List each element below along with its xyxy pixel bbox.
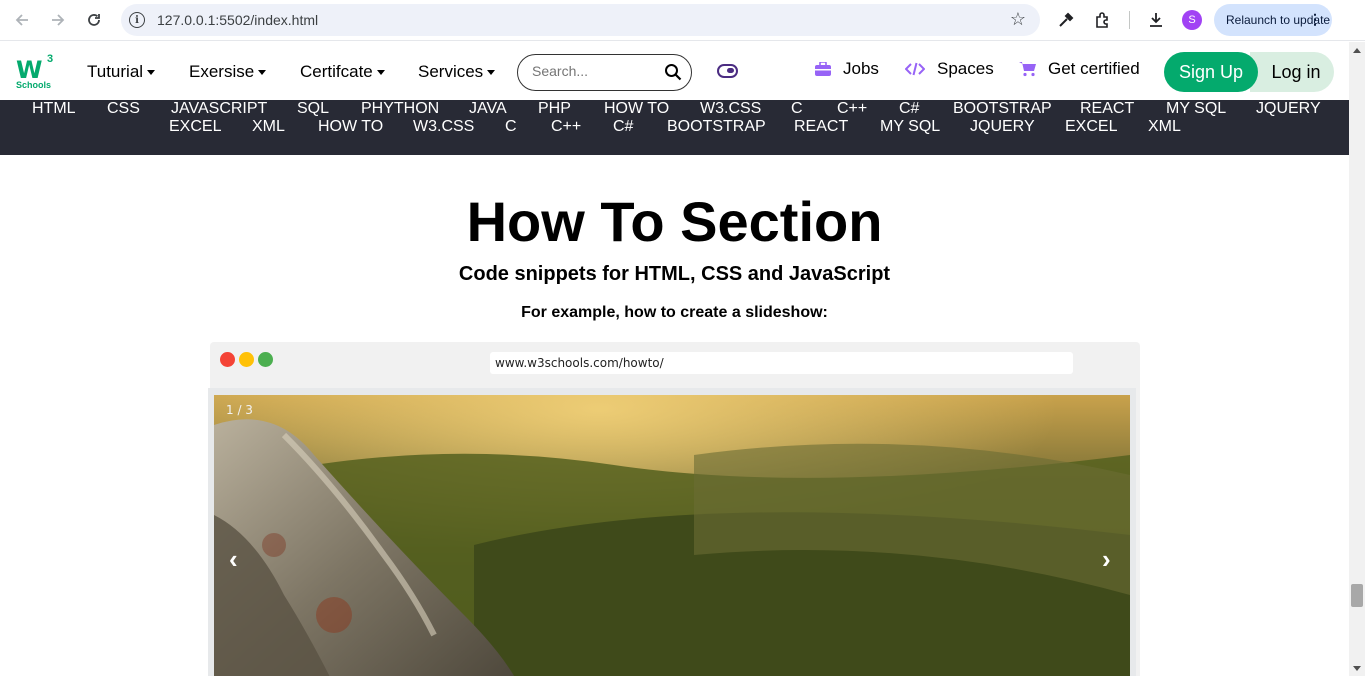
caret-down-icon [147, 69, 156, 75]
minimize-dot [239, 352, 254, 367]
menu-exercise[interactable]: Exersise [189, 62, 267, 82]
bookmark-star-icon[interactable]: ☆ [1010, 9, 1026, 30]
signup-button[interactable]: Sign Up [1164, 52, 1258, 92]
cart-icon [1019, 61, 1036, 77]
caret-down-icon [258, 69, 267, 75]
topic-link[interactable]: MY SQL [1166, 100, 1226, 118]
search-icon[interactable] [664, 63, 682, 81]
menu-tutorial-label: Tuturial [87, 62, 144, 81]
download-icon[interactable] [1144, 8, 1168, 32]
relaunch-button[interactable]: Relaunch to update ⋮ [1214, 4, 1332, 36]
menu-certificate[interactable]: Certifcate [300, 62, 385, 82]
toggle-knob [727, 68, 734, 73]
topic-link[interactable]: W3.CSS [413, 118, 474, 136]
profile-avatar[interactable]: S [1182, 10, 1202, 30]
page-scrollbar[interactable] [1349, 42, 1365, 676]
scrollbar-thumb[interactable] [1351, 584, 1363, 607]
site-header: W 3 Schools Tuturial Exersise Certifcate… [0, 42, 1349, 100]
code-icon [905, 62, 925, 76]
eyedropper-icon[interactable] [1054, 8, 1078, 32]
jobs-label: Jobs [843, 59, 879, 78]
menu-exercise-label: Exersise [189, 62, 255, 81]
topic-link[interactable]: JAVASCRIPT [171, 100, 267, 118]
topic-link[interactable]: EXCEL [1065, 118, 1117, 136]
menu-tutorial[interactable]: Tuturial [87, 62, 156, 82]
topic-link[interactable]: XML [1148, 118, 1181, 136]
close-dot [220, 352, 235, 367]
page-subtitle: Code snippets for HTML, CSS and JavaScri… [458, 263, 891, 285]
topic-link[interactable]: PHP [538, 100, 571, 118]
topic-link[interactable]: REACT [1080, 100, 1134, 118]
web-page: W 3 Schools Tuturial Exersise Certifcate… [0, 42, 1349, 676]
topic-link[interactable]: C [791, 100, 803, 118]
extensions-icon[interactable] [1091, 8, 1115, 32]
toolbar-divider [1129, 11, 1130, 29]
topic-link[interactable]: HOW TO [604, 100, 669, 118]
topic-link[interactable]: C# [899, 100, 919, 118]
get-certified-link[interactable]: Get certified [1019, 59, 1140, 79]
browser-toolbar: i 127.0.0.1:5502/index.html ☆ S Relaunch… [0, 0, 1365, 41]
topic-link[interactable]: HTML [32, 100, 76, 118]
topic-link[interactable]: CSS [107, 100, 140, 118]
get-certified-label: Get certified [1048, 59, 1140, 78]
prev-slide-button[interactable]: ‹ [229, 544, 238, 575]
topics-bar: HTML CSS JAVASCRIPT SQL PHYTHON JAVA PHP… [0, 100, 1349, 155]
w3schools-logo[interactable]: W 3 Schools [14, 53, 58, 92]
topic-link[interactable]: XML [252, 118, 285, 136]
topic-link[interactable]: SQL [297, 100, 329, 118]
address-url[interactable]: 127.0.0.1:5502/index.html [157, 12, 318, 28]
slideshow-image [214, 395, 1130, 676]
jobs-link[interactable]: Jobs [815, 59, 879, 79]
topic-link[interactable]: C++ [551, 118, 581, 136]
reload-icon[interactable] [82, 8, 106, 32]
spaces-link[interactable]: Spaces [905, 59, 994, 79]
topic-link[interactable]: JQUERY [1256, 100, 1321, 118]
caret-down-icon [487, 69, 496, 75]
topics-row-1: HTML CSS JAVASCRIPT SQL PHYTHON JAVA PHP… [0, 100, 1349, 118]
search-box [517, 54, 692, 91]
logo-subtext: Schools [16, 80, 52, 90]
spaces-label: Spaces [937, 59, 994, 78]
scroll-down-icon[interactable] [1353, 666, 1361, 671]
mock-address-bar: www.w3schools.com/howto/ [490, 352, 1073, 374]
caret-down-icon [376, 69, 385, 75]
scroll-up-icon[interactable] [1353, 48, 1361, 53]
topic-link[interactable]: EXCEL [169, 118, 221, 136]
dark-mode-toggle[interactable] [717, 64, 738, 78]
address-bar[interactable]: i 127.0.0.1:5502/index.html ☆ [121, 4, 1040, 36]
forward-icon[interactable] [46, 8, 70, 32]
search-input[interactable] [532, 63, 652, 79]
info-icon[interactable]: i [129, 12, 145, 28]
slide-counter: 1 / 3 [226, 403, 253, 417]
maximize-dot [258, 352, 273, 367]
topic-link[interactable]: HOW TO [318, 118, 383, 136]
menu-services-label: Services [418, 62, 484, 81]
example-caption: For example, how to create a slideshow: [521, 304, 828, 321]
logo-superscript: 3 [47, 53, 54, 65]
topics-row-2: EXCEL XML HOW TO W3.CSS C C++ C# BOOTSTR… [0, 118, 1349, 136]
topic-link[interactable]: PHYTHON [361, 100, 439, 118]
next-slide-button[interactable]: › [1102, 544, 1111, 575]
topic-link[interactable]: C [505, 118, 517, 136]
topic-link[interactable]: C++ [837, 100, 867, 118]
topic-link[interactable]: C# [613, 118, 633, 136]
topic-link[interactable]: BOOTSTRAP [953, 100, 1052, 118]
topic-link[interactable]: BOOTSTRAP [667, 118, 766, 136]
topic-link[interactable]: JQUERY [970, 118, 1035, 136]
topic-link[interactable]: JAVA [469, 100, 507, 118]
topic-link[interactable]: MY SQL [880, 118, 940, 136]
topic-link[interactable]: W3.CSS [700, 100, 761, 118]
menu-services[interactable]: Services [418, 62, 496, 82]
topic-link[interactable]: REACT [794, 118, 848, 136]
menu-certificate-label: Certifcate [300, 62, 373, 81]
page-title: How To Section [466, 190, 883, 253]
more-vert-icon[interactable]: ⋮ [1308, 11, 1322, 28]
briefcase-icon [815, 62, 831, 76]
login-button[interactable]: Log in [1250, 52, 1334, 92]
back-icon[interactable] [10, 8, 34, 32]
